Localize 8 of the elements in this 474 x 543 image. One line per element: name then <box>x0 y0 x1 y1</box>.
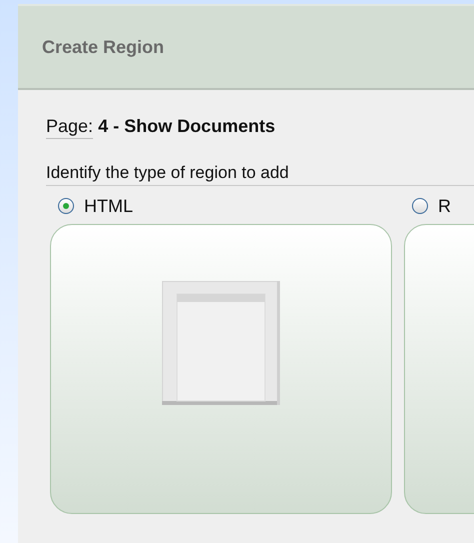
region-type-card[interactable] <box>50 224 392 514</box>
panel-title: Create Region <box>42 36 164 58</box>
page-name: 4 - Show Documents <box>98 116 276 136</box>
region-type-radio[interactable]: R <box>404 192 474 220</box>
page-label: Page: <box>46 116 94 139</box>
region-type-radio[interactable]: HTML <box>50 192 392 220</box>
instruction-text: Identify the type of region to add <box>46 163 474 186</box>
window-icon <box>162 281 280 405</box>
